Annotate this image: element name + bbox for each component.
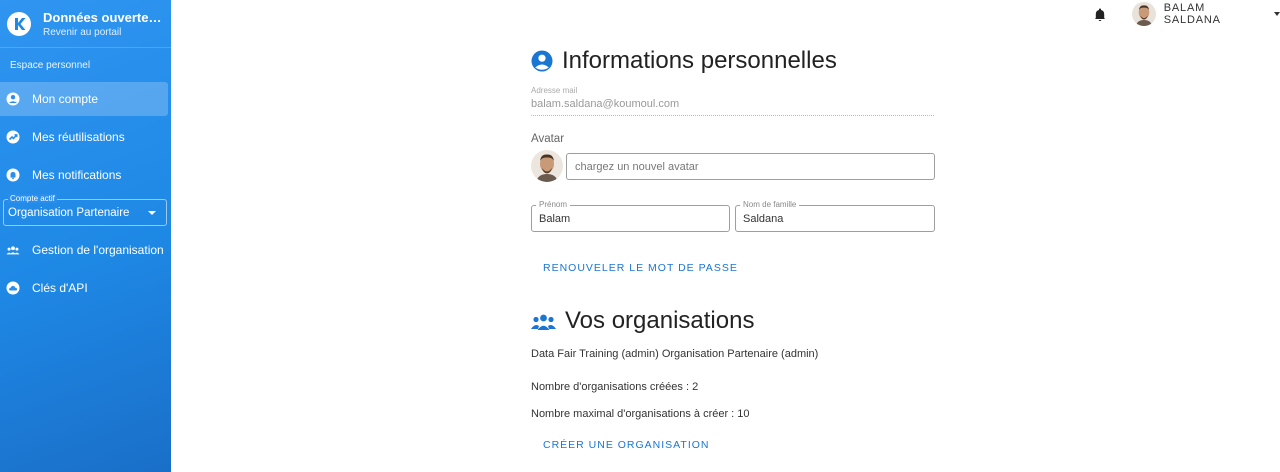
active-account-label: Compte actif [8, 194, 57, 203]
lastname-field[interactable]: Nom de famille Saldana [735, 200, 935, 232]
sidebar-item-gestion-organisation[interactable]: Gestion de l'organisation [0, 233, 168, 267]
groups-icon [6, 243, 20, 257]
sidebar: Données ouvertes de r... Revenir au port… [0, 0, 171, 472]
sidebar-item-label: Mon compte [32, 92, 99, 106]
groups-icon [531, 310, 556, 332]
profile-section-title: Informations personnelles [531, 47, 837, 75]
user-name: BALAM SALDANA [1163, 2, 1221, 26]
lastname-value: Saldana [743, 213, 784, 225]
section-title: Vos organisations [565, 307, 755, 334]
chevron-down-icon [148, 211, 156, 215]
email-label: Adresse mail [531, 86, 578, 95]
sidebar-item-label: Gestion de l'organisation [32, 243, 164, 257]
sidebar-item-mon-compte[interactable]: Mon compte [0, 82, 168, 116]
cloud-icon [6, 281, 20, 295]
brand-title: Données ouvertes de r... [43, 9, 165, 25]
user-menu[interactable]: BALAM SALDANA [1132, 2, 1280, 26]
create-organization-button[interactable]: CRÉER UNE ORGANISATION [543, 439, 710, 451]
account-circle-icon [531, 50, 553, 72]
reset-password-button[interactable]: RENOUVELER LE MOT DE PASSE [543, 262, 738, 274]
avatar-label: Avatar [531, 133, 565, 145]
sidebar-item-label: Clés d'API [32, 281, 88, 295]
email-field: balam.saldana@koumoul.com [531, 98, 934, 116]
notifications-bell-icon[interactable] [1092, 7, 1108, 23]
lastname-label: Nom de famille [740, 200, 800, 209]
avatar-upload-input[interactable]: chargez un nouvel avatar [566, 153, 935, 180]
sidebar-item-cles-api[interactable]: Clés d'API [0, 271, 168, 305]
firstname-value: Balam [539, 213, 571, 225]
avatar [531, 150, 563, 182]
section-label: Espace personnel [10, 60, 91, 71]
sidebar-item-label: Mes notifications [32, 168, 122, 182]
max-organizations-count: Nombre maximal d'organisations à créer :… [531, 408, 750, 420]
organizations-section-title: Vos organisations [531, 307, 754, 335]
firstname-field[interactable]: Prénom Balam [531, 200, 730, 232]
active-account-select[interactable]: Compte actif Organisation Partenaire [3, 194, 167, 226]
trending-icon [6, 130, 20, 144]
active-account-value: Organisation Partenaire [8, 207, 130, 219]
back-to-portal-link[interactable]: Revenir au portail [43, 27, 165, 38]
sidebar-item-label: Mes réutilisations [32, 130, 125, 144]
koumoul-logo-icon [7, 11, 31, 36]
avatar [1132, 2, 1156, 26]
sidebar-item-mes-reutilisations[interactable]: Mes réutilisations [0, 120, 168, 154]
account-circle-icon [6, 92, 20, 106]
chevron-down-icon [1274, 12, 1280, 16]
firstname-label: Prénom [536, 200, 571, 209]
page-title: Informations personnelles [562, 47, 837, 74]
bell-icon [6, 168, 20, 182]
sidebar-item-mes-notifications[interactable]: Mes notifications [0, 158, 168, 192]
created-organizations-count: Nombre d'organisations créées : 2 [531, 381, 699, 393]
organizations-list: Data Fair Training (admin) Organisation … [531, 348, 819, 360]
portal-brand-link[interactable]: Données ouvertes de r... Revenir au port… [0, 0, 171, 48]
